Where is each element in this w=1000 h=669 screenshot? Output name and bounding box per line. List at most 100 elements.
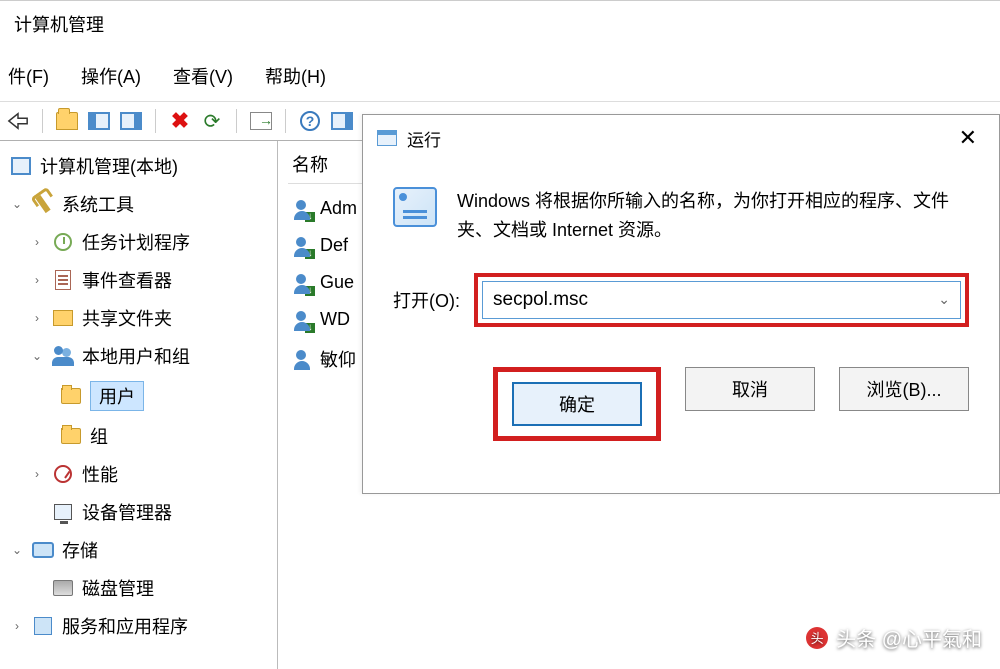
watermark: 头 头条 @心平氣和 [806, 623, 982, 652]
tree-root-label: 计算机管理(本地) [40, 153, 178, 179]
export-icon[interactable] [249, 109, 273, 133]
run-open-label: 打开(O): [393, 287, 460, 313]
expand-icon[interactable]: › [30, 235, 44, 249]
tree-groups[interactable]: 组 [0, 417, 277, 455]
run-title-text: 运行 [407, 126, 441, 151]
tree-services[interactable]: › 服务和应用程序 [0, 607, 277, 645]
tree-eventviewer-label: 事件查看器 [82, 267, 172, 293]
tree-groups-label: 组 [90, 423, 108, 449]
watermark-text: 头条 @心平氣和 [836, 623, 982, 652]
share-icon [53, 310, 73, 326]
run-app-icon [377, 130, 397, 146]
user-icon: ↓ [292, 273, 312, 293]
tree-eventviewer[interactable]: › 事件查看器 [0, 261, 277, 299]
menu-bar: 件(F) 操作(A) 查看(V) 帮助(H) [0, 47, 1000, 101]
user-icon [292, 349, 312, 369]
cancel-button[interactable]: 取消 [685, 367, 815, 411]
tree-devmgr-label: 设备管理器 [82, 499, 172, 525]
collapse-icon[interactable]: ⌄ [30, 349, 44, 363]
delete-icon[interactable]: ✖ [168, 109, 192, 133]
user-icon: ↓ [292, 310, 312, 330]
list-item-label: Gue [320, 272, 354, 293]
toolbar-separator [285, 109, 286, 133]
toolbar-separator [155, 109, 156, 133]
gauge-icon [54, 465, 72, 483]
run-dialog: 运行 ✕ Windows 将根据你所输入的名称，为你打开相应的程序、文件夹、文档… [362, 114, 1000, 494]
expand-icon[interactable]: › [10, 619, 24, 633]
tree-users[interactable]: 用户 [0, 375, 277, 417]
services-icon [34, 617, 52, 635]
tree-devmgr[interactable]: 设备管理器 [0, 493, 277, 531]
run-open-input[interactable] [493, 289, 938, 311]
tree-localusers-label: 本地用户和组 [82, 343, 190, 369]
run-open-combobox[interactable]: ⌄ [482, 281, 961, 319]
tree-performance[interactable]: › 性能 [0, 455, 277, 493]
expand-icon[interactable]: › [30, 467, 44, 481]
folder-icon [61, 388, 81, 404]
clock-icon [54, 233, 72, 251]
tree-sharedfolders[interactable]: › 共享文件夹 [0, 299, 277, 337]
collapse-icon[interactable]: ⌄ [10, 543, 24, 557]
run-input-row: 打开(O): ⌄ [363, 255, 999, 337]
menu-help[interactable]: 帮助(H) [259, 61, 332, 91]
toolbar-separator [42, 109, 43, 133]
window-title: 计算机管理 [14, 15, 104, 35]
run-title-bar: 运行 ✕ [363, 115, 999, 161]
tree-sidebar: 计算机管理(本地) ⌄ 系统工具 › 任务计划程序 › 事件查看器 › 共享文件… [0, 141, 278, 669]
run-description: Windows 将根据你所输入的名称，为你打开相应的程序、文件夹、文档或 Int… [457, 187, 969, 245]
users-icon [52, 346, 74, 366]
tree-tasksched-label: 任务计划程序 [82, 229, 190, 255]
event-icon [55, 270, 71, 290]
tree-systools-label: 系统工具 [62, 191, 134, 217]
user-icon: ↓ [292, 236, 312, 256]
list-item-label: 敏仰 [320, 346, 356, 372]
help-icon[interactable]: ? [298, 109, 322, 133]
device-icon [54, 504, 72, 520]
chevron-down-icon[interactable]: ⌄ [938, 291, 950, 308]
tree-sharedfolders-label: 共享文件夹 [82, 305, 172, 331]
menu-view[interactable]: 查看(V) [167, 61, 239, 91]
panel-right-icon[interactable] [119, 109, 143, 133]
run-input-highlight: ⌄ [474, 273, 969, 327]
browse-button[interactable]: 浏览(B)... [839, 367, 969, 411]
storage-icon [32, 542, 54, 558]
panel-left-icon[interactable] [87, 109, 111, 133]
run-body: Windows 将根据你所输入的名称，为你打开相应的程序、文件夹、文档或 Int… [363, 161, 999, 255]
ok-button-highlight: 确定 [493, 367, 661, 441]
menu-action[interactable]: 操作(A) [75, 61, 147, 91]
tree-root[interactable]: 计算机管理(本地) [0, 147, 277, 185]
user-icon: ↓ [292, 199, 312, 219]
wrench-icon [35, 195, 50, 213]
window-title-bar: 计算机管理 [0, 0, 1000, 47]
disk-icon [53, 580, 73, 596]
run-program-icon [393, 187, 437, 227]
tree-services-label: 服务和应用程序 [62, 613, 188, 639]
open-folder-icon[interactable] [55, 109, 79, 133]
tree-performance-label: 性能 [82, 461, 118, 487]
menu-file[interactable]: 件(F) [2, 61, 55, 91]
watermark-icon: 头 [806, 627, 828, 649]
tree-diskmgmt[interactable]: 磁盘管理 [0, 569, 277, 607]
close-button[interactable]: ✕ [951, 123, 985, 153]
folder-icon [61, 428, 81, 444]
expand-icon[interactable]: › [30, 311, 44, 325]
list-item-label: Adm [320, 198, 357, 219]
tree-localusers[interactable]: ⌄ 本地用户和组 [0, 337, 277, 375]
expand-icon[interactable]: › [30, 273, 44, 287]
tree-systools[interactable]: ⌄ 系统工具 [0, 185, 277, 223]
tree-tasksched[interactable]: › 任务计划程序 [0, 223, 277, 261]
tree-diskmgmt-label: 磁盘管理 [82, 575, 154, 601]
back-icon[interactable] [6, 109, 30, 133]
tree-storage[interactable]: ⌄ 存储 [0, 531, 277, 569]
panel-toggle-icon[interactable] [330, 109, 354, 133]
collapse-icon[interactable]: ⌄ [10, 197, 24, 211]
tree-storage-label: 存储 [62, 537, 98, 563]
refresh-icon[interactable]: ⟳ [200, 109, 224, 133]
ok-button[interactable]: 确定 [512, 382, 642, 426]
list-item-label: Def [320, 235, 348, 256]
toolbar-separator [236, 109, 237, 133]
run-button-row: 确定 取消 浏览(B)... [363, 337, 999, 451]
computer-mgmt-icon [11, 157, 31, 175]
list-item-label: WD [320, 309, 350, 330]
tree-users-label: 用户 [90, 381, 144, 411]
